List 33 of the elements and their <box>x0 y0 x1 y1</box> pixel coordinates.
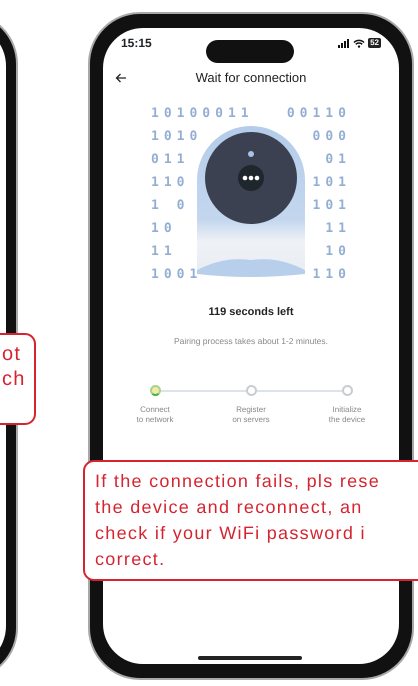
callout-text: If the connection fails, pls rese <box>95 470 382 493</box>
callout-text: the device and reconnect, an <box>95 496 364 519</box>
binary-digits: 101 <box>312 174 351 192</box>
callout-text: check if your WiFi password i <box>95 522 367 545</box>
binary-digits: 110 <box>312 266 351 284</box>
callout-text: ot <box>2 342 22 367</box>
step-label: Connect to network <box>136 405 174 426</box>
pairing-note: Pairing process takes about 1-2 minutes. <box>172 334 330 348</box>
binary-digits: 10 <box>325 243 351 261</box>
callout-text: ch <box>2 367 27 392</box>
step-label: Initialize the device <box>328 405 366 426</box>
binary-digits: 10 <box>151 220 177 238</box>
countdown-text: 119 seconds left <box>208 305 294 320</box>
back-arrow-icon[interactable] <box>115 73 127 83</box>
binary-digits: 11 <box>325 220 351 238</box>
binary-digits: 011 <box>151 151 190 169</box>
binary-digits: 110 <box>151 174 190 192</box>
binary-digits: 1010 <box>151 128 202 146</box>
step-label: Register on servers <box>232 405 270 426</box>
binary-digits: 000 <box>312 128 351 146</box>
screen-title: Wait for connection <box>196 69 306 88</box>
binary-digits: 00110 <box>286 105 351 123</box>
wifi-icon <box>353 38 366 48</box>
status-time: 15:15 <box>121 35 152 52</box>
binary-digits: 101 <box>312 197 351 215</box>
signal-icon <box>338 38 350 48</box>
battery-level: 52 <box>368 38 381 48</box>
binary-digits: 1001 <box>151 266 202 284</box>
binary-digits: 01 <box>325 151 351 169</box>
binary-digits: 10100011 <box>151 105 254 123</box>
binary-digits: 11 <box>151 243 177 261</box>
binary-digits: 1 0 <box>151 197 190 215</box>
callout-text: correct. <box>95 548 166 571</box>
